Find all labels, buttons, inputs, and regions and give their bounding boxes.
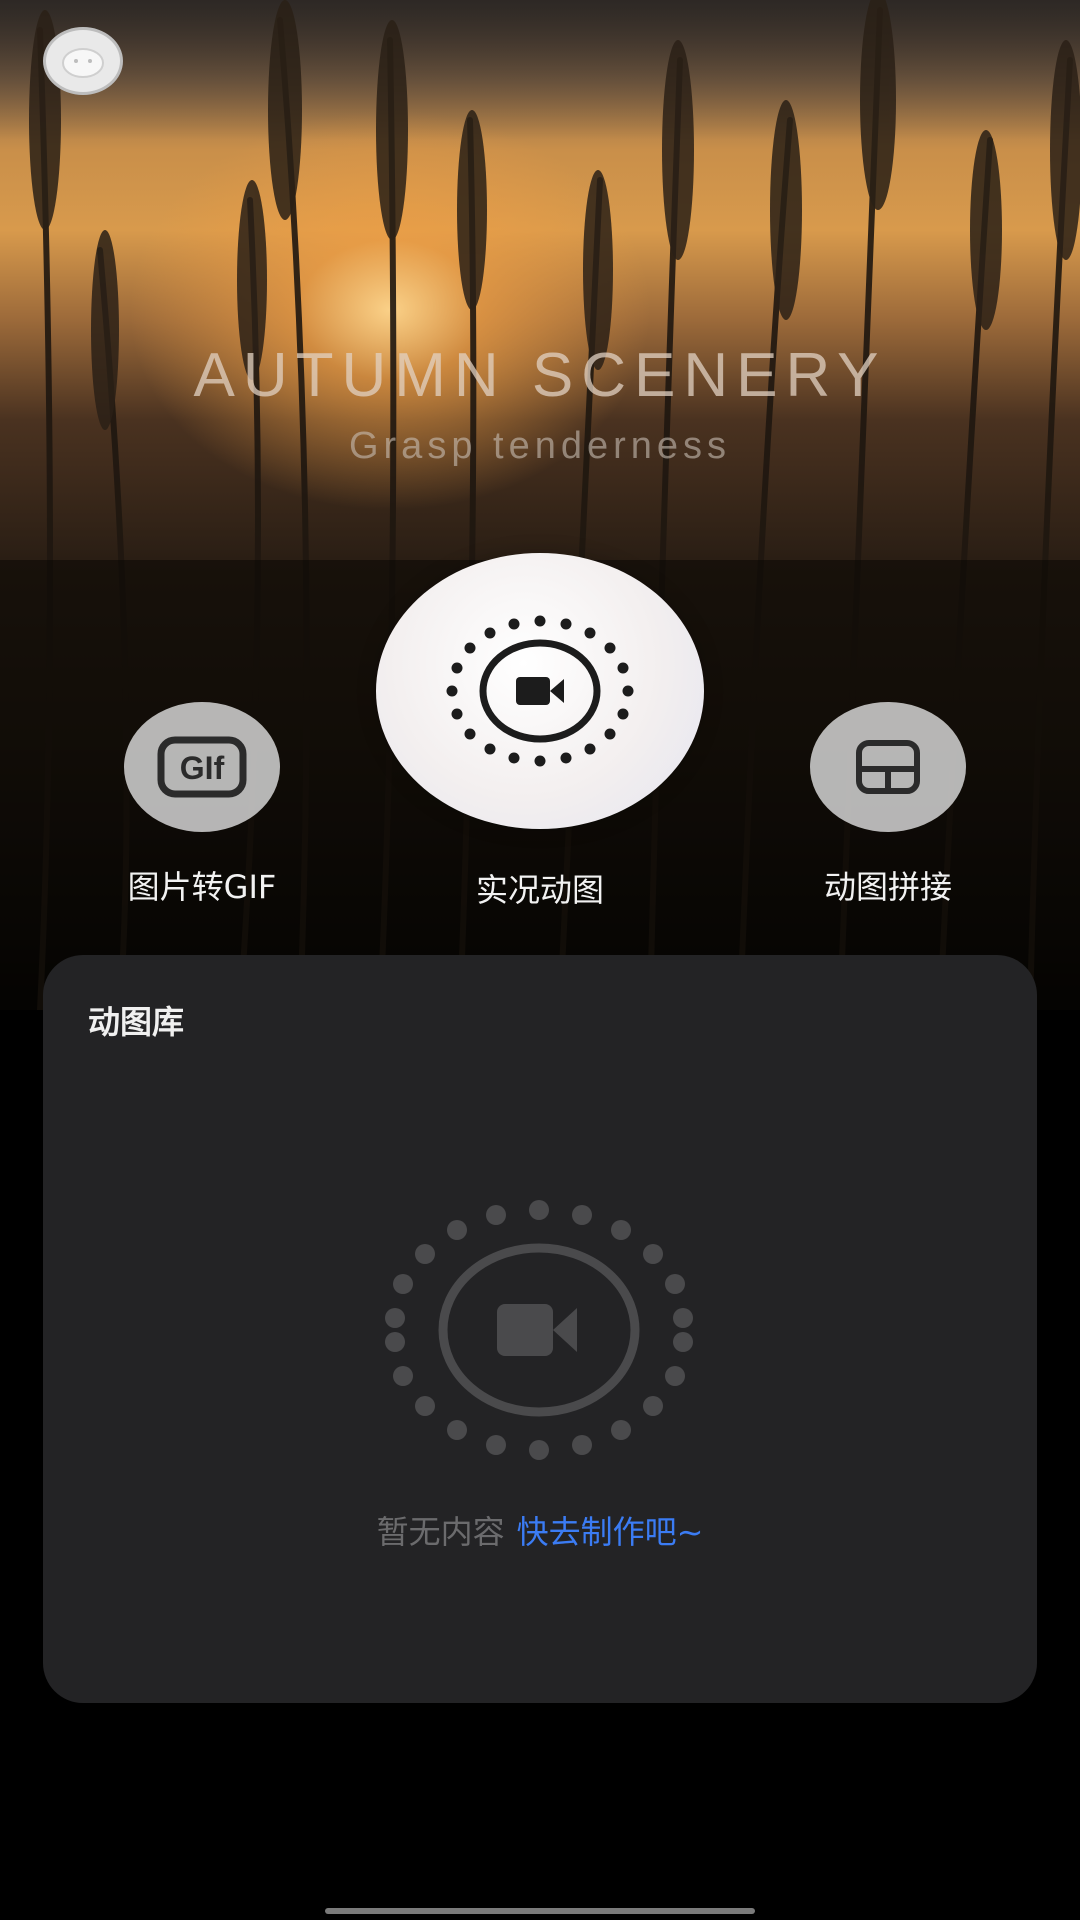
grid-layout-icon xyxy=(856,740,920,794)
hero-subtitle: Grasp tenderness xyxy=(348,425,732,467)
empty-state-text: 暂无内容 xyxy=(376,1513,505,1551)
gif-collage-action[interactable]: 动图拼接 xyxy=(810,702,966,908)
empty-state-message: 暂无内容 快去制作吧~ xyxy=(43,1507,1037,1553)
home-indicator[interactable] xyxy=(325,1908,755,1914)
image-to-gif-action[interactable]: GIf 图片转GIF xyxy=(124,702,280,908)
user-avatar[interactable] xyxy=(43,27,123,95)
image-to-gif-button[interactable]: GIf xyxy=(124,702,280,832)
svg-text:GIf: GIf xyxy=(180,750,225,786)
create-now-link[interactable]: 快去制作吧~ xyxy=(517,1513,704,1551)
empty-video-icon xyxy=(385,1200,693,1460)
gif-icon: GIf xyxy=(157,736,247,798)
live-photo-action[interactable]: 实况动图 xyxy=(376,553,704,911)
live-photo-label: 实况动图 xyxy=(475,871,604,909)
gif-collage-button[interactable] xyxy=(810,702,966,832)
avatar-face-icon xyxy=(62,48,104,78)
gif-collage-label: 动图拼接 xyxy=(823,868,952,906)
image-to-gif-label: 图片转GIF xyxy=(127,868,277,906)
hero-title: AUTUMN SCENERY xyxy=(193,341,887,410)
live-video-icon xyxy=(446,615,634,767)
live-photo-button[interactable] xyxy=(376,553,704,829)
gif-library-card: 动图库 暂无内容 快去制作吧~ xyxy=(43,955,1037,1703)
gif-library-title: 动图库 xyxy=(88,1003,185,1041)
